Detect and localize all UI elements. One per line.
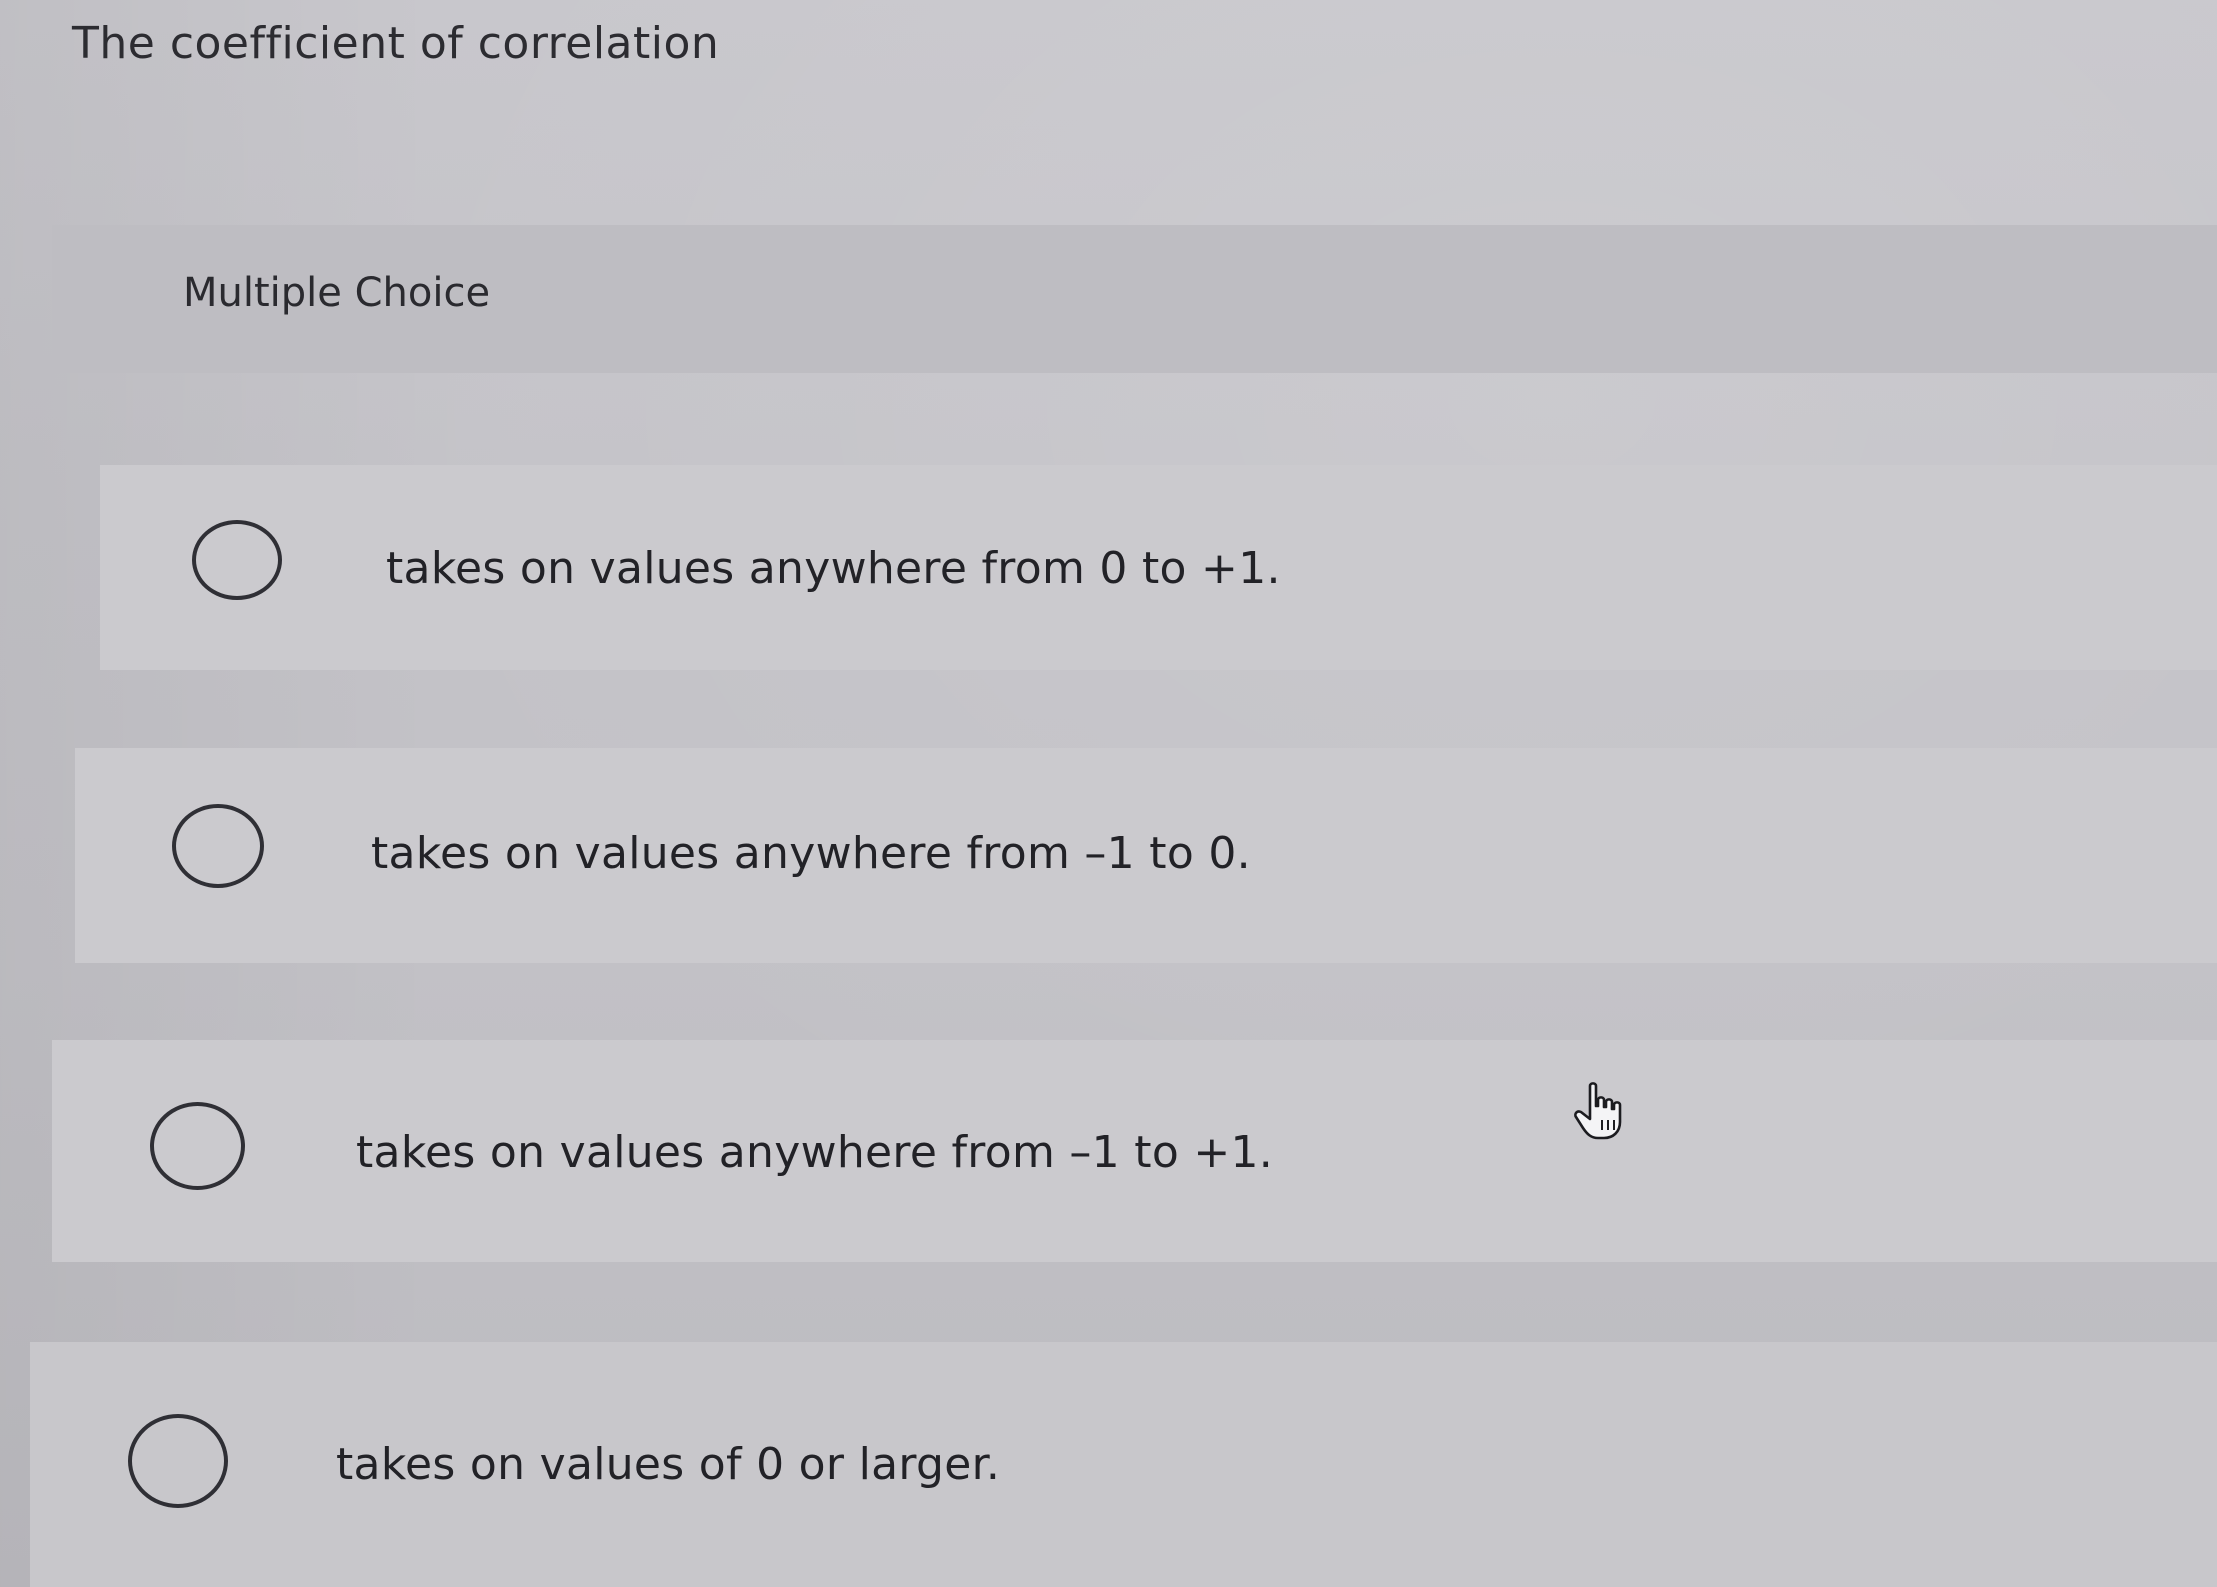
answer-option-1-text[interactable]: takes on values anywhere from 0 to +1. xyxy=(386,543,1281,594)
answer-option-2[interactable]: takes on values anywhere from –1 to 0. xyxy=(75,748,2217,963)
radio-button-option-4[interactable] xyxy=(128,1414,228,1508)
question-text: The coefficient of correlation xyxy=(72,18,720,69)
answer-option-4[interactable]: takes on values of 0 or larger. xyxy=(30,1342,2217,1587)
radio-button-option-3[interactable] xyxy=(150,1102,245,1190)
radio-button-option-1[interactable] xyxy=(192,520,282,600)
answer-option-4-text[interactable]: takes on values of 0 or larger. xyxy=(336,1439,1000,1490)
answer-option-1[interactable]: takes on values anywhere from 0 to +1. xyxy=(100,465,2217,670)
answer-option-3[interactable]: takes on values anywhere from –1 to +1. xyxy=(52,1040,2217,1262)
radio-button-option-2[interactable] xyxy=(172,804,264,888)
multiple-choice-label: Multiple Choice xyxy=(183,270,491,316)
answer-option-2-text[interactable]: takes on values anywhere from –1 to 0. xyxy=(371,828,1251,879)
hand-pointer-icon xyxy=(1572,1080,1632,1142)
answer-option-3-text[interactable]: takes on values anywhere from –1 to +1. xyxy=(356,1127,1273,1178)
